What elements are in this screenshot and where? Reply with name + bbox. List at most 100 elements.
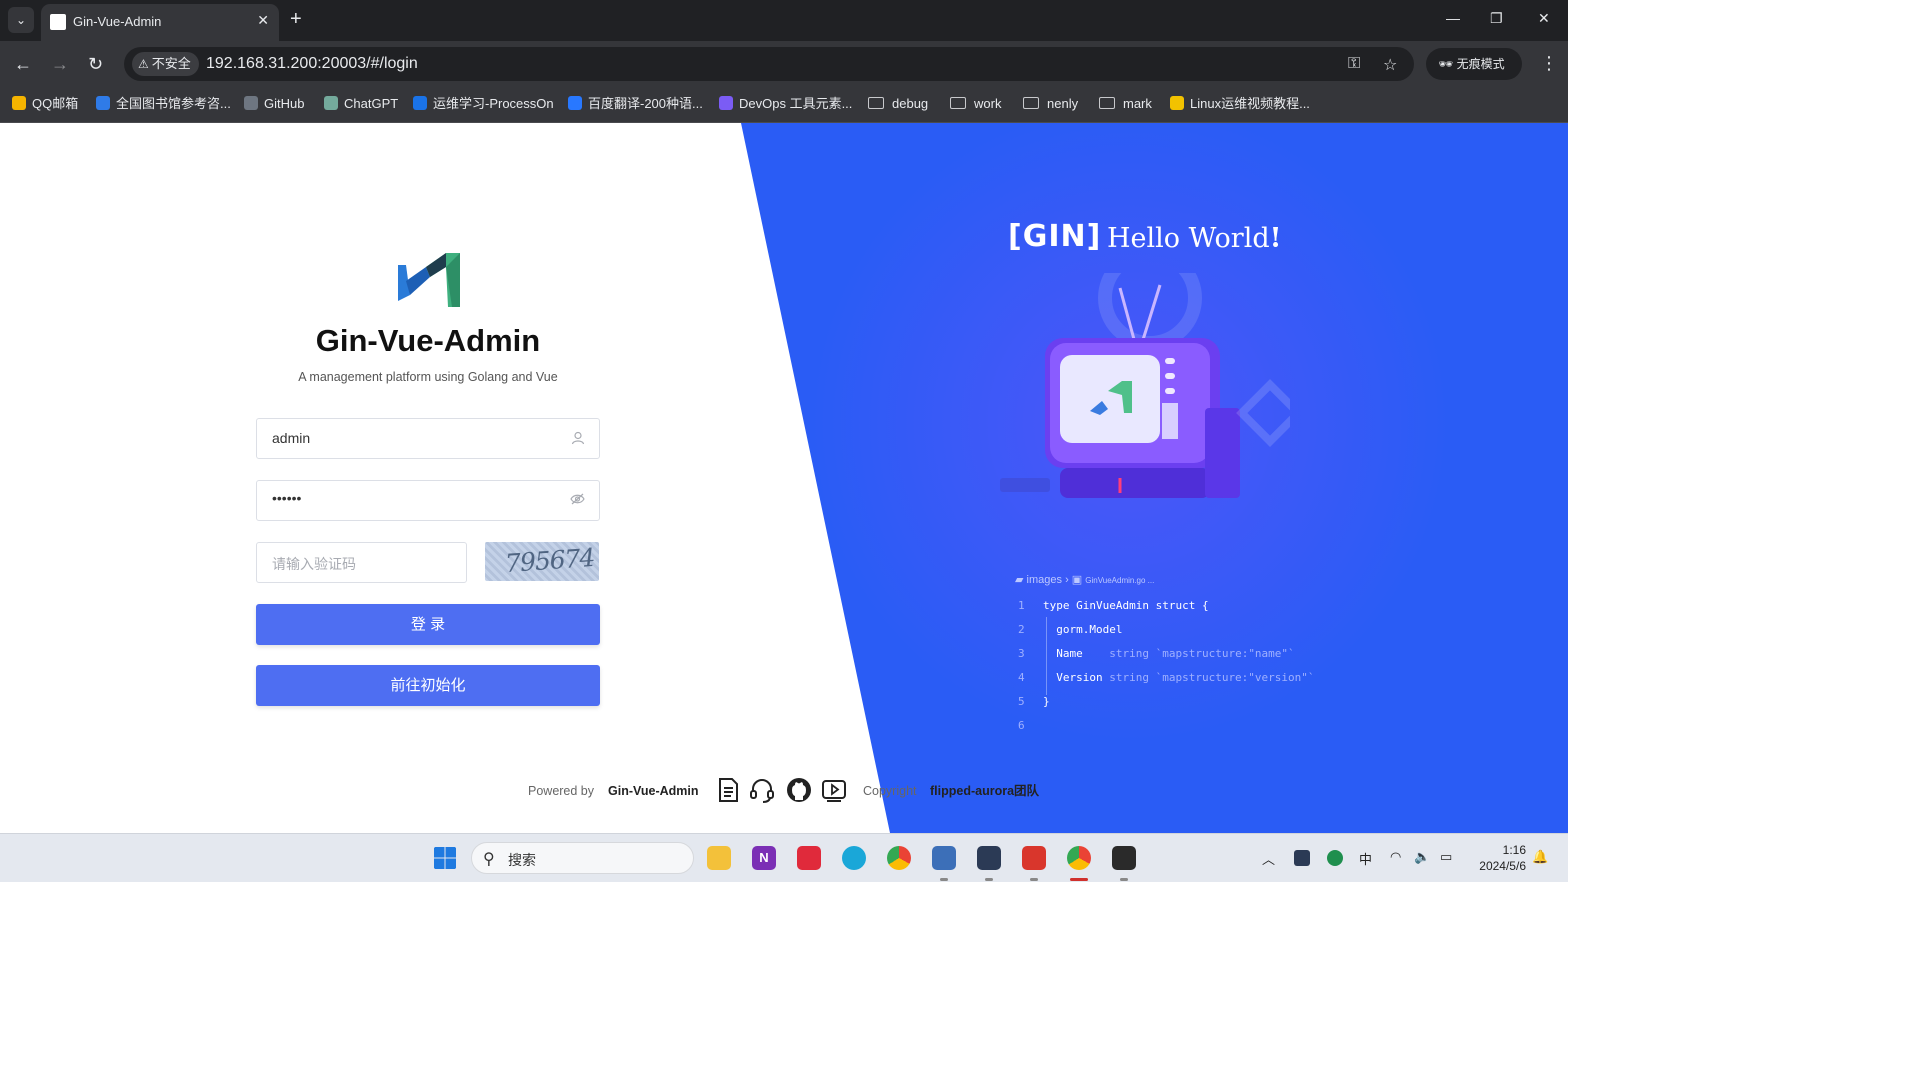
app-title: Gin-Vue-Admin: [315, 323, 541, 358]
hello-world-heading: Hello World!: [1107, 223, 1282, 254]
battery-icon[interactable]: ▭: [1440, 849, 1452, 865]
bookmark-item[interactable]: 运维学习-ProcessOn: [413, 95, 554, 113]
bookmark-label: 运维学习-ProcessOn: [433, 96, 554, 111]
taskbar-search-box[interactable]: ⚲ 搜索: [471, 842, 694, 874]
bookmark-item[interactable]: GitHub: [244, 95, 304, 113]
url-text[interactable]: 192.168.31.200:20003/#/login: [206, 55, 418, 73]
folder-icon: [1023, 97, 1039, 109]
retro-tv-illustration: [1000, 273, 1290, 498]
tray-cat-icon[interactable]: [1294, 850, 1310, 866]
edge-icon[interactable]: [842, 846, 866, 870]
folder-icon: [1099, 97, 1115, 109]
bookmark-label: work: [974, 96, 1002, 111]
bookmark-item[interactable]: nenly: [1023, 95, 1078, 113]
forward-arrow-icon[interactable]: →: [51, 54, 69, 74]
address-bar[interactable]: ⚠ 不安全 192.168.31.200:20003/#/login ⚿ ☆: [124, 47, 1414, 81]
wifi-icon[interactable]: ◠: [1390, 849, 1401, 865]
virtualbox-icon[interactable]: [932, 846, 956, 870]
powered-by-name: Gin-Vue-Admin: [608, 784, 699, 798]
bookmark-label: DevOps 工具元素...: [739, 96, 853, 111]
code-tag-text: string `mapstructure:"version"`: [1102, 671, 1315, 684]
breadcrumb-chevron-icon: ›: [1065, 574, 1072, 586]
clock-time: 1:16: [1502, 843, 1526, 857]
line-number: 5: [1018, 695, 1025, 708]
folder-icon: ▰: [1015, 574, 1024, 586]
terminal-icon[interactable]: [1112, 846, 1136, 870]
ime-indicator[interactable]: 中: [1359, 849, 1372, 868]
tab-title: Gin-Vue-Admin: [73, 14, 162, 29]
captcha-input[interactable]: 请输入验证码: [256, 542, 467, 583]
eye-hidden-icon[interactable]: [570, 493, 585, 508]
code-tag-text: string `mapstructure:"name"`: [1082, 647, 1295, 660]
username-value: admin: [272, 430, 311, 446]
bookmark-item[interactable]: QQ邮箱: [12, 95, 78, 113]
browser-toolbar: ← → ↻ ⚠ 不安全 192.168.31.200:20003/#/login …: [0, 41, 1568, 88]
bookmark-item[interactable]: 全国图书馆参考咨...: [96, 95, 231, 113]
line-number: 4: [1018, 671, 1025, 684]
bookmark-label: mark: [1123, 96, 1152, 111]
tab-search-chevron-icon[interactable]: ⌄: [8, 7, 34, 33]
new-tab-plus-icon[interactable]: +: [290, 9, 302, 29]
window-close-icon[interactable]: ✕: [1538, 10, 1550, 27]
not-secure-badge[interactable]: ⚠ 不安全: [132, 52, 199, 76]
warning-triangle-icon: ⚠: [138, 57, 149, 71]
go-initialize-button[interactable]: 前往初始化: [256, 665, 600, 706]
hero-background: [741, 123, 1568, 833]
cat-app-icon[interactable]: [977, 846, 1001, 870]
bookmark-label: QQ邮箱: [32, 96, 79, 111]
notepad-app-icon[interactable]: [1022, 846, 1046, 870]
username-input[interactable]: admin: [256, 418, 600, 459]
document-icon[interactable]: [715, 777, 741, 803]
not-secure-label: 不安全: [151, 56, 191, 71]
bookmark-item[interactable]: mark: [1099, 95, 1152, 113]
close-tab-icon[interactable]: ✕: [257, 12, 269, 29]
browser-menu-icon[interactable]: ⋮: [1540, 53, 1558, 74]
code-text: }: [1043, 695, 1050, 708]
bookmark-item[interactable]: 百度翻译-200种语...: [568, 95, 703, 113]
site-favicon-icon: [324, 96, 338, 110]
login-button[interactable]: 登 录: [256, 604, 600, 645]
incognito-indicator[interactable]: 🕶 无痕模式: [1426, 48, 1522, 80]
video-play-icon[interactable]: [821, 777, 847, 803]
windows-start-icon[interactable]: [433, 846, 457, 870]
chrome-icon[interactable]: [887, 846, 911, 870]
file-explorer-icon[interactable]: [707, 846, 731, 870]
minimize-icon[interactable]: —: [1446, 10, 1460, 26]
onenote-icon[interactable]: N: [752, 846, 776, 870]
running-indicator: [940, 878, 948, 881]
user-icon: [571, 431, 585, 448]
tray-chevron-up-icon[interactable]: ︿: [1262, 849, 1275, 868]
restore-icon[interactable]: ❐: [1490, 10, 1503, 27]
password-input[interactable]: ••••••: [256, 480, 600, 521]
bookmark-label: ChatGPT: [344, 96, 399, 111]
headset-support-icon[interactable]: [749, 777, 775, 803]
line-number: 2: [1018, 623, 1025, 636]
tab-gin-vue-admin[interactable]: Gin-Vue-Admin ✕: [41, 4, 279, 41]
github-icon[interactable]: [786, 777, 812, 803]
bookmark-item[interactable]: ChatGPT: [324, 95, 398, 113]
line-number: 1: [1018, 599, 1025, 612]
back-arrow-icon[interactable]: ←: [14, 54, 32, 74]
captcha-image[interactable]: 795674: [485, 542, 599, 581]
code-text: Version: [1043, 671, 1103, 684]
volume-icon[interactable]: 🔈: [1414, 849, 1430, 865]
bookmark-star-icon[interactable]: ☆: [1383, 55, 1397, 75]
reload-icon[interactable]: ↻: [88, 54, 103, 74]
bookmark-item[interactable]: work: [950, 95, 1001, 113]
bookmark-label: Linux运维视频教程...: [1190, 96, 1310, 111]
code-breadcrumb: ▰ images › ▣ GinVueAdmin.go ...: [1015, 573, 1154, 586]
incognito-label: 无痕模式: [1456, 57, 1505, 71]
notification-bell-icon[interactable]: 🔔: [1532, 849, 1548, 865]
bookmark-item[interactable]: debug: [868, 95, 928, 113]
clock[interactable]: 1:16 2024/5/6: [1472, 842, 1526, 874]
password-key-icon[interactable]: ⚿: [1348, 55, 1360, 73]
bookmark-item[interactable]: Linux运维视频教程...: [1170, 95, 1310, 113]
powered-by-label: Powered by: [528, 784, 595, 798]
site-favicon-icon: [96, 96, 110, 110]
video-app-icon[interactable]: [797, 846, 821, 870]
bookmark-item[interactable]: DevOps 工具元素...: [719, 95, 852, 113]
folder-icon: [868, 97, 884, 109]
tray-shield-icon[interactable]: [1327, 850, 1343, 866]
chrome-active-icon[interactable]: [1067, 846, 1091, 870]
captcha-text: 795674: [504, 542, 596, 579]
